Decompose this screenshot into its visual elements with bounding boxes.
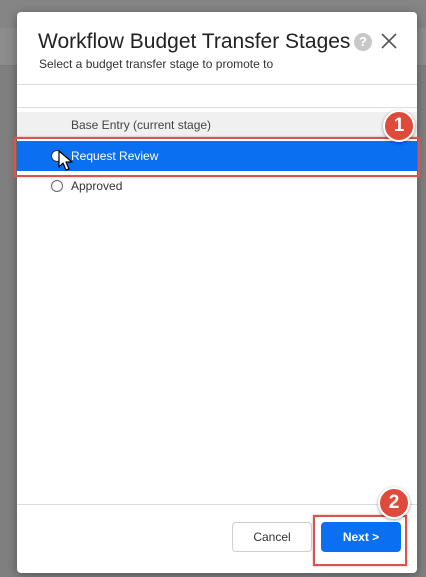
highlight-request-review <box>14 137 420 177</box>
dialog-subtitle: Select a budget transfer stage to promot… <box>39 57 274 71</box>
callout-step-2: 2 <box>378 487 410 519</box>
cancel-button[interactable]: Cancel <box>232 522 312 552</box>
highlight-next-button <box>313 515 407 566</box>
budget-transfer-stages-dialog: Workflow Budget Transfer Stages ? Select… <box>17 12 417 573</box>
mouse-pointer-icon <box>58 150 73 171</box>
stage-option-label: Approved <box>71 179 123 193</box>
dialog-title: Workflow Budget Transfer Stages <box>38 30 351 53</box>
callout-step-1: 1 <box>383 110 415 142</box>
stage-radio-approved[interactable] <box>51 180 63 192</box>
help-icon[interactable]: ? <box>354 33 372 51</box>
current-stage-row: Base Entry (current stage) <box>17 112 417 138</box>
dialog-header: Workflow Budget Transfer Stages ? Select… <box>17 12 417 85</box>
close-icon[interactable] <box>378 30 400 52</box>
